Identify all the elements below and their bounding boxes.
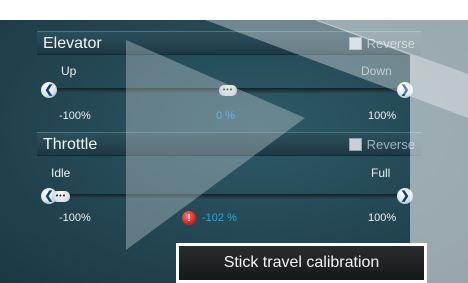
warning-icon: ! [182, 211, 196, 225]
elevator-title: Elevator [43, 35, 102, 52]
throttle-full-label: Full [371, 166, 391, 180]
throttle-slider-track[interactable] [52, 194, 404, 199]
throttle-idle-label: Idle [51, 166, 71, 180]
throttle-reverse-label: Reverse [366, 137, 415, 152]
elevator-reverse-label: Reverse [366, 36, 415, 51]
elevator-header: Elevator Reverse [37, 31, 421, 55]
throttle-header: Throttle Reverse [37, 132, 421, 156]
elevator-current-value: 0 % [216, 110, 235, 122]
elevator-max-value: 100% [368, 110, 397, 122]
elevator-decrease-arrow-icon[interactable]: ❮ [41, 82, 57, 98]
elevator-reverse-toggle[interactable]: Reverse [348, 36, 415, 51]
elevator-up-label: Up [61, 64, 77, 78]
elevator-increase-arrow-icon[interactable]: ❯ [397, 82, 413, 98]
throttle-min-value: -100% [59, 212, 91, 224]
grip-icon: ••• [55, 193, 67, 200]
elevator-reverse-checkbox[interactable] [348, 37, 362, 50]
control-panel: Elevator Reverse Up Down ❮ ❯ ••• -100% 0… [0, 0, 468, 283]
top-margin [0, 0, 468, 20]
calibration-button-label: Stick travel calibration [179, 246, 424, 280]
grip-icon: ••• [222, 87, 234, 94]
throttle-reverse-checkbox[interactable] [348, 138, 362, 151]
throttle-title: Throttle [43, 136, 98, 153]
elevator-down-label: Down [361, 64, 392, 78]
stick-travel-calibration-button[interactable]: Stick travel calibration [176, 243, 427, 283]
throttle-increase-arrow-icon[interactable]: ❯ [397, 188, 413, 204]
elevator-min-value: -100% [59, 110, 91, 122]
throttle-max-value: 100% [368, 212, 397, 224]
throttle-slider-thumb[interactable]: ••• [52, 191, 70, 202]
throttle-current-value: -102 % [202, 212, 237, 224]
elevator-slider-thumb[interactable]: ••• [219, 85, 237, 96]
throttle-reverse-toggle[interactable]: Reverse [348, 137, 415, 152]
